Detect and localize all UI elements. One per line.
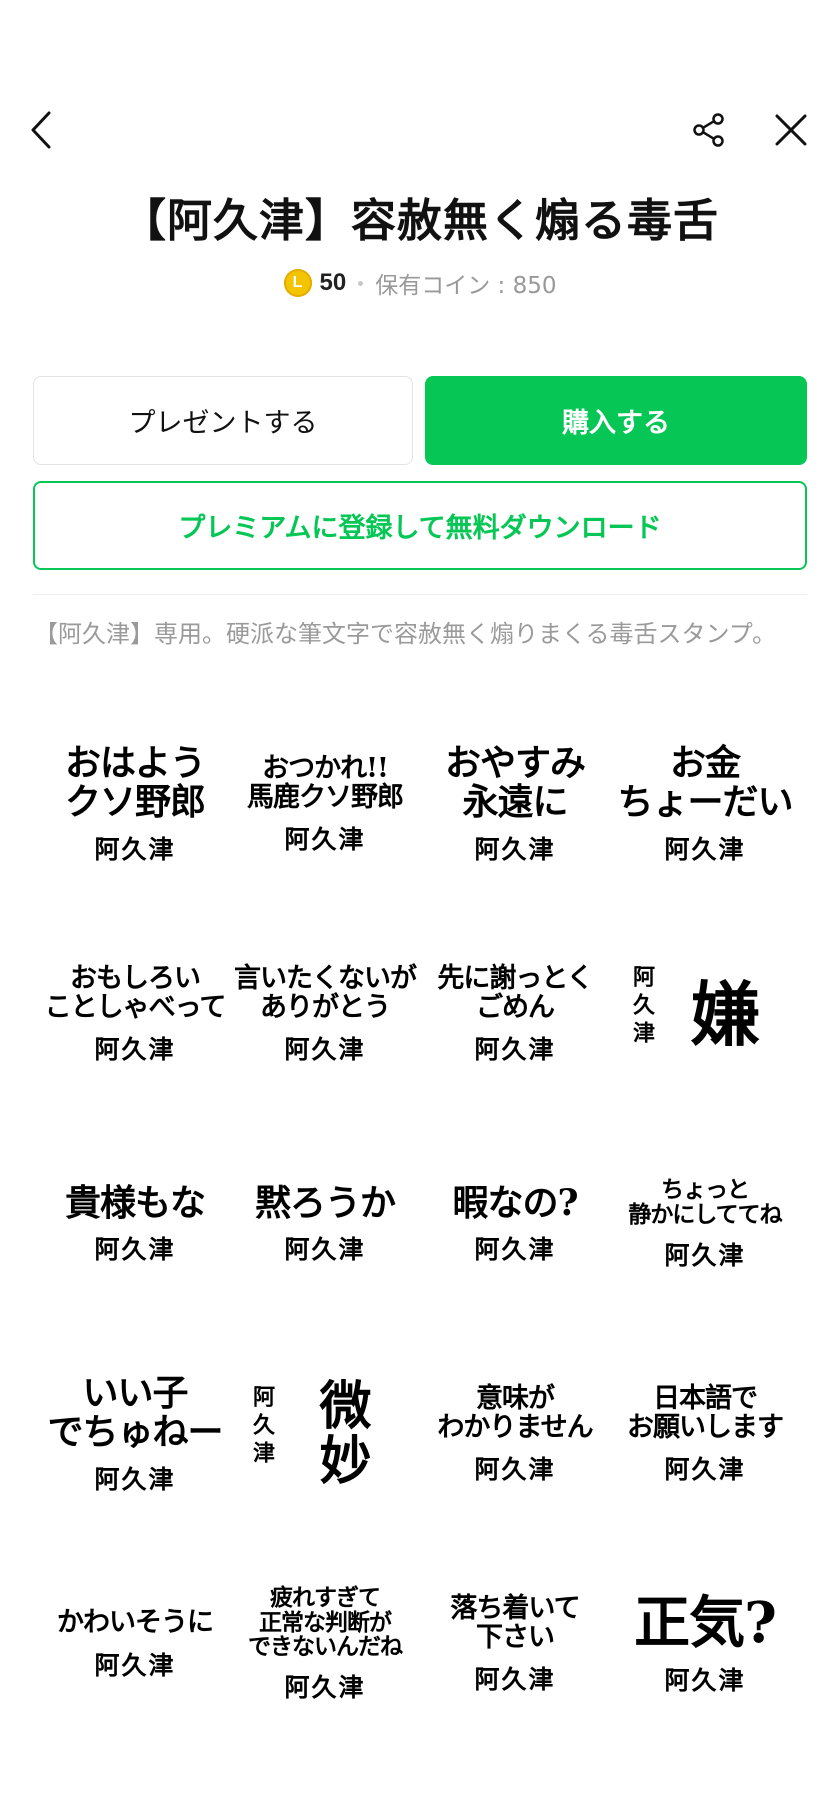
sticker-item[interactable]: おやすみ 永遠に 阿久津 — [420, 700, 610, 910]
sticker-signature: 阿久津 — [474, 1235, 556, 1265]
page-title: 【阿久津】容赦無く煽る毒舌 — [120, 194, 719, 247]
sticker-text: 微 妙 — [319, 1376, 371, 1492]
sticker-signature: 阿久津 — [474, 1665, 556, 1695]
sticker-signature: 阿久津 — [94, 1464, 176, 1494]
back-button[interactable] — [12, 100, 72, 160]
close-button[interactable] — [761, 100, 821, 160]
sticker-item[interactable]: 黙ろうか 阿久津 — [230, 1120, 420, 1330]
separator-dot — [358, 280, 364, 286]
share-icon — [693, 113, 724, 147]
sticker-item[interactable]: 日本語で お願いします 阿久津 — [610, 1330, 800, 1540]
sticker-text: 日本語で お願いします — [627, 1382, 784, 1443]
sticker-text: いい子 でちゅねー — [47, 1372, 223, 1453]
sticker-text: おやすみ 永遠に — [444, 742, 586, 823]
chevron-left-icon — [31, 111, 51, 149]
sticker-item[interactable]: 阿久津 微 妙 — [230, 1330, 420, 1540]
price-value: 50 — [319, 269, 347, 296]
sticker-text: お金 ちょーだい — [617, 742, 793, 823]
sticker-text: 暇なの? — [452, 1181, 578, 1224]
product-description: 【阿久津】専用。硬派な筆文字で容赦無く煽りまくる毒舌スタンプ。 — [34, 620, 777, 648]
sticker-signature: 阿久津 — [664, 1455, 746, 1485]
sticker-signature: 阿久津 — [664, 1240, 746, 1270]
sticker-item[interactable]: 暇なの? 阿久津 — [420, 1120, 610, 1330]
sticker-signature: 阿久津 — [629, 965, 655, 1049]
price-row: L 50 保有コイン : 850 — [0, 265, 840, 301]
sticker-item[interactable]: いい子 でちゅねー 阿久津 — [40, 1330, 230, 1540]
sticker-text: ちょっと 静かにしててね — [628, 1176, 782, 1228]
sticker-signature: 阿久津 — [94, 1035, 176, 1065]
sticker-signature: 阿久津 — [474, 834, 556, 864]
sticker-item[interactable]: おつかれ!! 馬鹿クソ野郎 阿久津 — [230, 700, 420, 910]
sticker-text: 貴様もな — [64, 1181, 206, 1224]
sticker-text: 落ち着いて 下さい — [450, 1592, 580, 1653]
divider — [33, 594, 807, 595]
top-bar — [0, 100, 840, 170]
sticker-item[interactable]: 貴様もな 阿久津 — [40, 1120, 230, 1330]
sticker-signature: 阿久津 — [664, 834, 746, 864]
sticker-text: 先に謝っとく ごめん — [437, 962, 593, 1023]
sticker-grid: おはよう クソ野郎 阿久津 おつかれ!! 馬鹿クソ野郎 阿久津 おやすみ 永遠に… — [40, 700, 800, 1750]
sticker-text: かわいそうに — [57, 1607, 214, 1639]
sticker-signature: 阿久津 — [94, 1235, 176, 1265]
sticker-signature: 阿久津 — [94, 1650, 176, 1680]
sticker-item[interactable]: ちょっと 静かにしててね 阿久津 — [610, 1120, 800, 1330]
present-button[interactable]: プレゼントする — [33, 376, 413, 465]
sticker-text: おもしろい ことしゃべって — [44, 962, 227, 1023]
sticker-text: 意味が わかりません — [437, 1382, 593, 1443]
sticker-text: 言いたくないが ありがとう — [234, 962, 417, 1023]
sticker-signature: 阿久津 — [284, 1235, 366, 1265]
sticker-signature: 阿久津 — [249, 1385, 275, 1469]
sticker-signature: 阿久津 — [284, 1673, 366, 1703]
sticker-item[interactable]: 落ち着いて 下さい 阿久津 — [420, 1540, 610, 1750]
sticker-item[interactable]: おもしろい ことしゃべって 阿久津 — [40, 910, 230, 1120]
sticker-item[interactable]: おはよう クソ野郎 阿久津 — [40, 700, 230, 910]
sticker-item[interactable]: 阿久津 嫌 — [610, 910, 800, 1120]
sticker-signature: 阿久津 — [664, 1666, 746, 1696]
sticker-text: 正気? — [634, 1589, 777, 1656]
coin-icon: L — [283, 269, 312, 297]
sticker-signature: 阿久津 — [284, 825, 366, 855]
sticker-text: おはよう クソ野郎 — [64, 742, 206, 823]
sticker-text: 黙ろうか — [254, 1181, 396, 1224]
close-icon — [775, 114, 807, 146]
sticker-text: 疲れすぎて 正常な判断が できないんだね — [248, 1583, 403, 1661]
share-button[interactable] — [679, 100, 739, 160]
sticker-signature: 阿久津 — [474, 1035, 556, 1065]
sticker-signature: 阿久津 — [474, 1455, 556, 1485]
sticker-text: 嫌 — [690, 973, 761, 1057]
sticker-item[interactable]: 意味が わかりません 阿久津 — [420, 1330, 610, 1540]
sticker-item[interactable]: かわいそうに 阿久津 — [40, 1540, 230, 1750]
sticker-signature: 阿久津 — [284, 1035, 366, 1065]
coin-balance: 保有コイン : 850 — [375, 273, 557, 299]
sticker-item[interactable]: 疲れすぎて 正常な判断が できないんだね 阿久津 — [230, 1540, 420, 1750]
buy-button[interactable]: 購入する — [425, 376, 807, 465]
sticker-item[interactable]: 言いたくないが ありがとう 阿久津 — [230, 910, 420, 1120]
sticker-text: おつかれ!! 馬鹿クソ野郎 — [247, 752, 404, 813]
sticker-item[interactable]: 正気? 阿久津 — [610, 1540, 800, 1750]
sticker-item[interactable]: お金 ちょーだい 阿久津 — [610, 700, 800, 910]
sticker-signature: 阿久津 — [94, 834, 176, 864]
sticker-item[interactable]: 先に謝っとく ごめん 阿久津 — [420, 910, 610, 1120]
premium-download-button[interactable]: プレミアムに登録して無料ダウンロード — [33, 481, 807, 570]
